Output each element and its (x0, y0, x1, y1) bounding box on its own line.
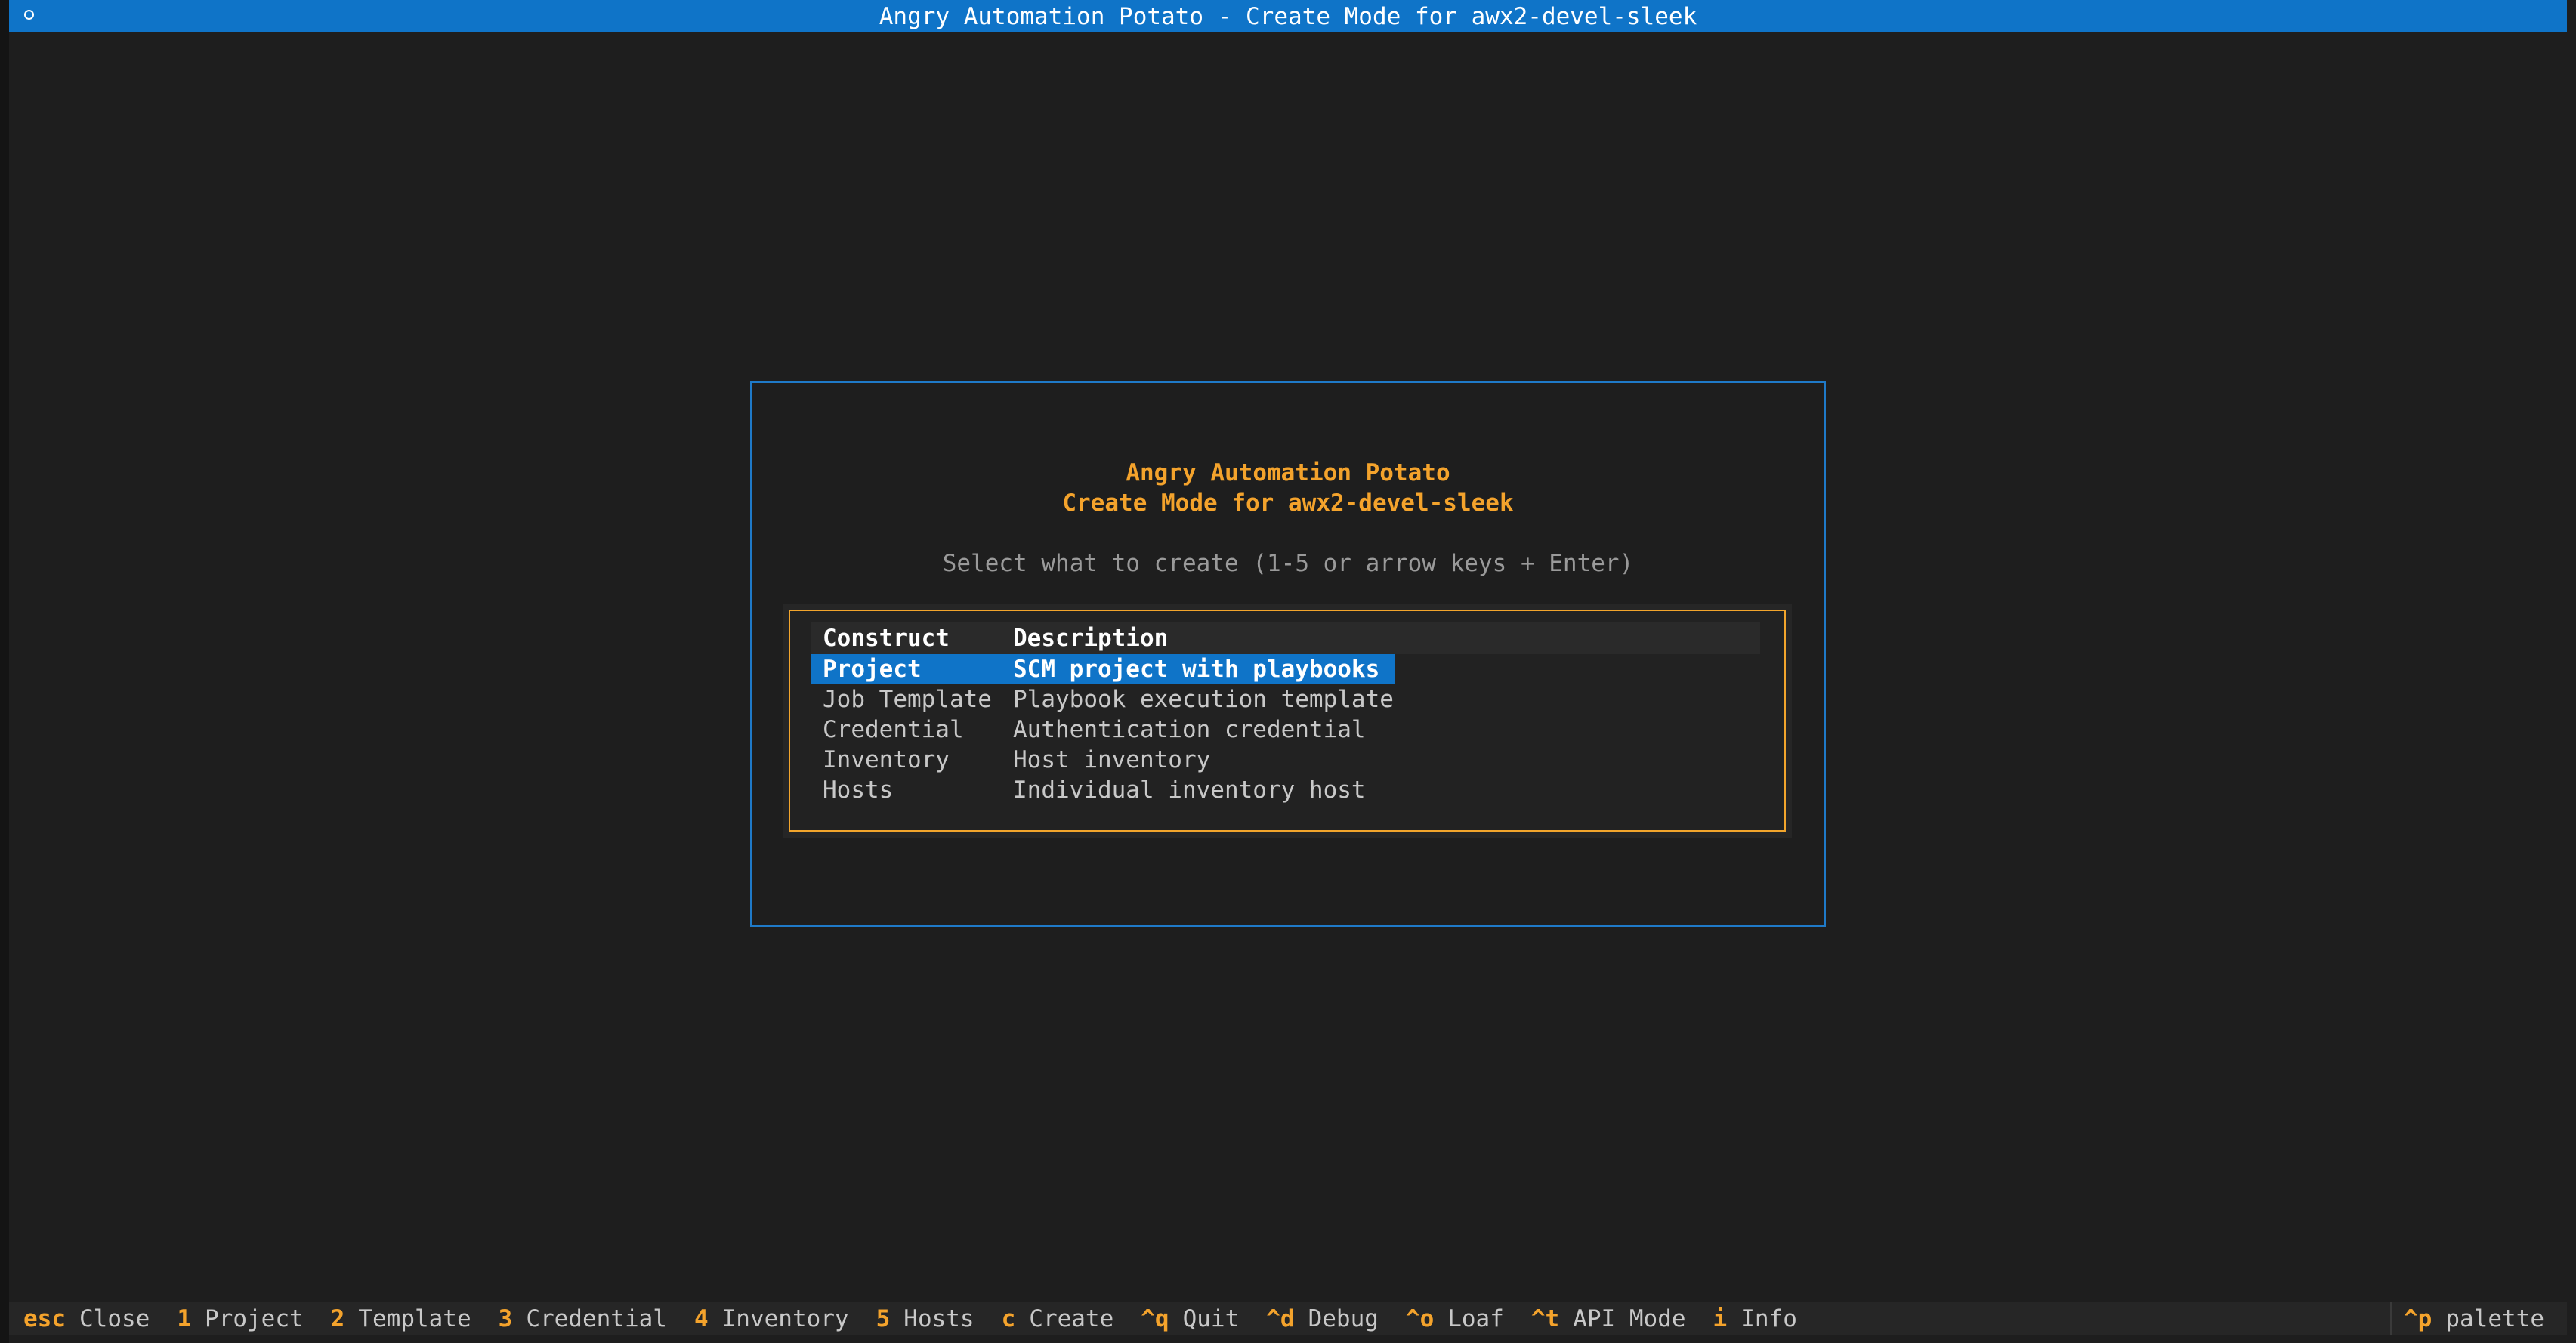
footer-key: ^t (1530, 1305, 1560, 1332)
footer-key: esc (23, 1305, 66, 1332)
footer-binding-palette[interactable]: ^p palette (2390, 1302, 2567, 1335)
footer-label: Inventory (721, 1305, 849, 1332)
footer-binding-close[interactable]: esc Close (23, 1305, 150, 1332)
footer-binding-project[interactable]: 1 Project (177, 1305, 303, 1332)
create-mode-dialog: Angry Automation Potato Create Mode for … (750, 381, 1826, 927)
row-description: SCM project with playbooks (1013, 656, 1380, 683)
footer-keybindings: esc Close 1 Project 2 Template 3 Credential … (9, 1302, 2567, 1335)
table-row-inventory[interactable]: Inventory Host inventory (811, 745, 1395, 775)
dialog-hint: Select what to create (1-5 or arrow keys… (942, 550, 1634, 577)
footer-label: Template (358, 1305, 471, 1332)
table-row-project[interactable]: Project SCM project with playbooks (811, 654, 1395, 684)
footer-label: Project (205, 1305, 304, 1332)
footer-label: Info (1740, 1305, 1797, 1332)
left-edge (0, 0, 9, 1343)
footer-key: 3 (498, 1305, 513, 1332)
footer-binding-inventory[interactable]: 4 Inventory (694, 1305, 849, 1332)
footer-binding-create[interactable]: c Create (1002, 1305, 1114, 1332)
footer-binding-template[interactable]: 2 Template (331, 1305, 471, 1332)
table-row-job-template[interactable]: Job Template Playbook execution template (811, 684, 1395, 715)
footer-key: 1 (177, 1305, 191, 1332)
footer-key: ^o (1405, 1305, 1435, 1332)
row-construct: Credential (823, 716, 964, 743)
column-header-construct: Construct (823, 625, 950, 652)
row-construct: Job Template (823, 686, 992, 713)
footer-binding-api-mode[interactable]: ^t API Mode (1531, 1305, 1686, 1332)
footer-binding-hosts[interactable]: 5 Hosts (876, 1305, 974, 1332)
footer-binding-info[interactable]: i Info (1713, 1305, 1797, 1332)
footer-label: Debug (1308, 1305, 1379, 1332)
row-construct: Inventory (823, 746, 950, 773)
footer-label: Create (1029, 1305, 1114, 1332)
footer-key: 5 (876, 1305, 891, 1332)
row-description: Individual inventory host (1013, 776, 1366, 804)
footer-key: i (1713, 1305, 1728, 1332)
footer-label: Quit (1182, 1305, 1240, 1332)
row-description: Host inventory (1013, 746, 1211, 773)
footer-key: ^q (1141, 1305, 1169, 1332)
footer-label: Loaf (1447, 1305, 1504, 1332)
construct-table[interactable]: Construct Description Project SCM projec… (783, 604, 1792, 838)
footer-label: Credential (526, 1305, 667, 1332)
footer-label: API Mode (1573, 1305, 1686, 1332)
table-row-hosts[interactable]: Hosts Individual inventory host (811, 775, 1395, 805)
dialog-heading-app: Angry Automation Potato (1126, 459, 1450, 486)
footer-key: ^d (1266, 1305, 1295, 1332)
footer-binding-loaf[interactable]: ^o Loaf (1406, 1305, 1504, 1332)
footer-label: palette (2445, 1305, 2544, 1332)
table-header: Construct Description (811, 622, 1760, 654)
footer-label: Hosts (903, 1305, 974, 1332)
dialog-heading-mode: Create Mode for awx2-devel-sleek (1062, 489, 1514, 517)
column-header-description: Description (1013, 625, 1169, 652)
table-row-credential[interactable]: Credential Authentication credential (811, 715, 1395, 745)
footer-label: Close (79, 1305, 150, 1332)
footer-key: c (1001, 1305, 1016, 1332)
row-description: Authentication credential (1013, 716, 1366, 743)
circle-icon (24, 10, 34, 20)
footer-key: 4 (693, 1305, 709, 1332)
title-bar: Angry Automation Potato - Create Mode fo… (9, 0, 2567, 32)
footer-key: ^p (2404, 1305, 2432, 1332)
footer-key: 2 (330, 1305, 345, 1332)
window-title: Angry Automation Potato - Create Mode fo… (879, 2, 1697, 30)
row-description: Playbook execution template (1013, 686, 1394, 713)
row-construct: Project (823, 656, 922, 683)
footer-binding-debug[interactable]: ^d Debug (1266, 1305, 1379, 1332)
row-construct: Hosts (823, 776, 894, 804)
footer-binding-credential[interactable]: 3 Credential (499, 1305, 667, 1332)
footer-binding-quit[interactable]: ^q Quit (1141, 1305, 1239, 1332)
